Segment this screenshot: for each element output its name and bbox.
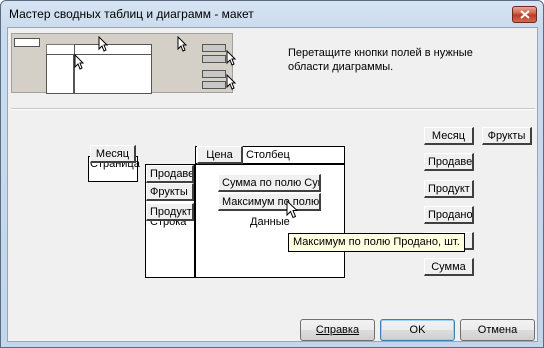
preview-cursor-icon	[98, 36, 108, 52]
ok-button-label: OK	[409, 324, 426, 336]
ok-button[interactable]: OK	[380, 319, 455, 341]
data-field-sum[interactable]: Сумма по полю Сум	[218, 174, 321, 192]
layout-preview-thumbnail	[11, 33, 236, 94]
row-field-seller[interactable]: Продавец	[146, 165, 194, 183]
data-field-max[interactable]: Максимум по полю	[218, 193, 321, 211]
preview-cursor-icon	[177, 36, 187, 52]
title-bar[interactable]: Мастер сводных таблиц и диаграмм - макет	[1, 1, 543, 27]
cancel-button-label: Отмена	[477, 324, 518, 336]
cancel-button[interactable]: Отмена	[460, 319, 535, 341]
page-field-month[interactable]: Месяц	[90, 145, 136, 163]
column-area-label: Столбец	[246, 149, 290, 161]
preview-field-button	[202, 81, 226, 89]
help-button-label: Справка	[315, 324, 360, 336]
mouse-cursor-icon	[286, 200, 298, 219]
dialog-client: Перетащите кнопки полей в нужные области…	[7, 27, 538, 342]
field-list-month[interactable]: Месяц	[424, 127, 474, 145]
preview-data-area	[74, 54, 152, 94]
instructions-text: Перетащите кнопки полей в нужные области…	[288, 47, 473, 73]
preview-cursor-icon	[74, 54, 84, 70]
field-list-fruits[interactable]: Фрукты	[482, 127, 532, 145]
preview-field-button	[202, 55, 226, 63]
close-icon	[519, 10, 530, 19]
preview-cursor-icon	[226, 50, 236, 66]
field-list-seller[interactable]: Продавец	[424, 153, 474, 171]
window-title: Мастер сводных таблиц и диаграмм - макет	[9, 7, 254, 21]
preview-field-button	[202, 44, 226, 52]
row-field-product[interactable]: Продукт	[146, 203, 194, 221]
row-field-fruits[interactable]: Фрукты	[146, 183, 194, 201]
column-field-price[interactable]: Цена	[197, 146, 243, 164]
preview-row-area	[46, 54, 74, 94]
preview-page-area	[14, 38, 40, 47]
dialog-window: Мастер сводных таблиц и диаграмм - макет	[0, 0, 544, 348]
help-button[interactable]: Справка	[300, 319, 375, 341]
preview-cursor-icon	[226, 74, 236, 90]
field-list-sold[interactable]: Продано,	[424, 206, 474, 224]
close-button[interactable]	[512, 6, 537, 23]
tooltip: Максимум по полю Продано, шт.	[288, 233, 465, 252]
field-list-sum[interactable]: Сумма	[424, 258, 474, 276]
preview-field-button	[202, 70, 226, 78]
field-list-product[interactable]: Продукт	[424, 180, 474, 198]
data-area-label: Данные	[250, 216, 290, 228]
separator-line	[11, 108, 535, 110]
